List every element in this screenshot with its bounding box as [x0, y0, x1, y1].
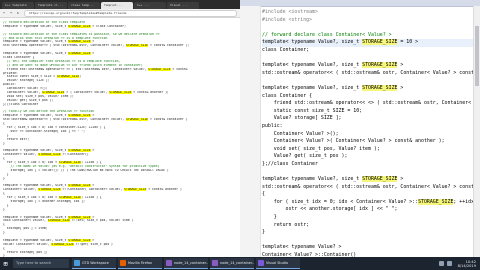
- editor-line: Value? storage[ SIZE ];: [262, 115, 342, 122]
- volume-icon[interactable]: [446, 261, 452, 266]
- back-icon[interactable]: ←: [3, 11, 7, 15]
- editor-line: };//class Container: [262, 160, 318, 167]
- taskbar-search-input[interactable]: Type here to search: [13, 259, 69, 268]
- app-icon: [120, 260, 126, 266]
- taskbar-app-button[interactable]: GTD Workspace: [72, 258, 116, 269]
- windows-start-icon[interactable]: ⊞: [0, 257, 11, 270]
- browser-code-listing: // forward declaration of the class temp…: [0, 18, 240, 257]
- editor-line: friend std::ostream& operator<< <> ( std…: [262, 100, 480, 107]
- network-icon[interactable]: [438, 261, 444, 266]
- clock-date: 8/14/2019: [457, 263, 476, 268]
- browser-address-bar: ← → ↻ https://isocpp.org/wiki/faq/templa…: [0, 9, 240, 18]
- taskbar-app-button[interactable]: node_14_container...: [164, 258, 208, 269]
- editor-line: class Container {: [262, 92, 313, 99]
- editor-line: Value? get( size_t pos );: [262, 153, 348, 160]
- app-icon: [258, 260, 264, 266]
- clock[interactable]: 10:42 8/14/2019: [458, 260, 476, 268]
- editor-line: for ( size_t idx = 0; idx < Container< V…: [262, 198, 480, 205]
- editor-code-area[interactable]: #include <iostream> #include <string> // f…: [262, 9, 480, 257]
- browser-tab-bar: C++ template Template cl... class temp... T…: [0, 0, 240, 9]
- taskbar-app-button[interactable]: node_14_container...: [210, 258, 254, 269]
- url-field[interactable]: https://isocpp.org/wiki/faq/templates#te…: [24, 9, 237, 17]
- app-icon: [74, 260, 80, 266]
- editor-line: template< typename Value?, size_t STORAG…: [262, 62, 404, 69]
- taskbar: ⊞ Type here to search GTD Workspace Mozil…: [0, 257, 480, 270]
- editor-line: static const size_t SIZE = 10;: [262, 107, 363, 114]
- editor-line: template< typename Value?, size_t STORAG…: [262, 84, 404, 91]
- editor-line: // forward declare class Container< Valu…: [262, 31, 392, 38]
- taskbar-app-label: Visual Studio: [266, 261, 288, 265]
- editor-line: #include <string>: [262, 16, 313, 23]
- editor-line: template< typename Value? >: [262, 244, 342, 251]
- editor-line: template< typename Value?, size_t STORAG…: [262, 39, 480, 47]
- editor-line: }: [262, 229, 265, 236]
- browser-tab[interactable]: C++ template: [2, 2, 34, 9]
- forward-icon[interactable]: →: [10, 11, 14, 15]
- editor-line: template< typename Value?, size_t STORAG…: [262, 176, 404, 183]
- editor-tab-strip: [240, 0, 480, 7]
- taskbar-app-button[interactable]: Visual Studio: [256, 258, 300, 269]
- editor-line: std::ostream& operator<< ( std::ostream&…: [262, 69, 480, 76]
- editor-line: #include <iostream>: [262, 9, 318, 15]
- editor-line: return ostr;: [262, 221, 310, 228]
- reload-icon[interactable]: ↻: [17, 11, 21, 15]
- system-tray: 10:42 8/14/2019: [436, 257, 480, 270]
- editor-line: void set( size_t pos, Value? item );: [262, 145, 380, 152]
- editor-line: std::ostream& operator<< ( std::ostream&…: [262, 183, 480, 190]
- taskbar-app-button[interactable]: Mozilla Firefox: [118, 258, 162, 269]
- editor-line: ostr << another.storage[ idx ] << " ";: [262, 206, 398, 213]
- editor-scrollbar[interactable]: [473, 6, 480, 257]
- editor-gutter: [240, 6, 261, 257]
- taskbar-app-label: Mozilla Firefox: [128, 261, 152, 265]
- editor-line: }: [262, 214, 277, 221]
- browser-tab[interactable]: Template cl...: [35, 2, 67, 9]
- taskbar-app-label: node_14_container...: [174, 261, 208, 265]
- taskbar-app-label: node_14_container...: [220, 261, 254, 265]
- editor-line: Container< Value? >();: [262, 130, 339, 137]
- browser-tab[interactable]: Visual ...: [167, 2, 199, 9]
- editor-line: {: [262, 191, 265, 198]
- editor-line: public:: [262, 122, 283, 129]
- scrollbar-thumb[interactable]: [475, 26, 479, 86]
- taskbar-app-label: GTD Workspace: [82, 261, 109, 265]
- taskbar-apps: GTD Workspace Mozilla Firefox node_14_cont…: [72, 258, 302, 269]
- editor-line: Container< Value? >( Container< Value? >…: [262, 138, 445, 145]
- browser-window: C++ template Template cl... class temp... T…: [0, 0, 240, 257]
- app-icon: [212, 260, 218, 266]
- browser-tab[interactable]: Templat...: [101, 2, 133, 9]
- browser-tab[interactable]: class temp...: [68, 2, 100, 9]
- browser-tab[interactable]: C++ ...: [134, 2, 166, 9]
- editor-line: class Container;: [262, 46, 310, 53]
- app-icon: [166, 260, 172, 266]
- code-editor-window: #include <iostream> #include <string> // f…: [240, 0, 480, 257]
